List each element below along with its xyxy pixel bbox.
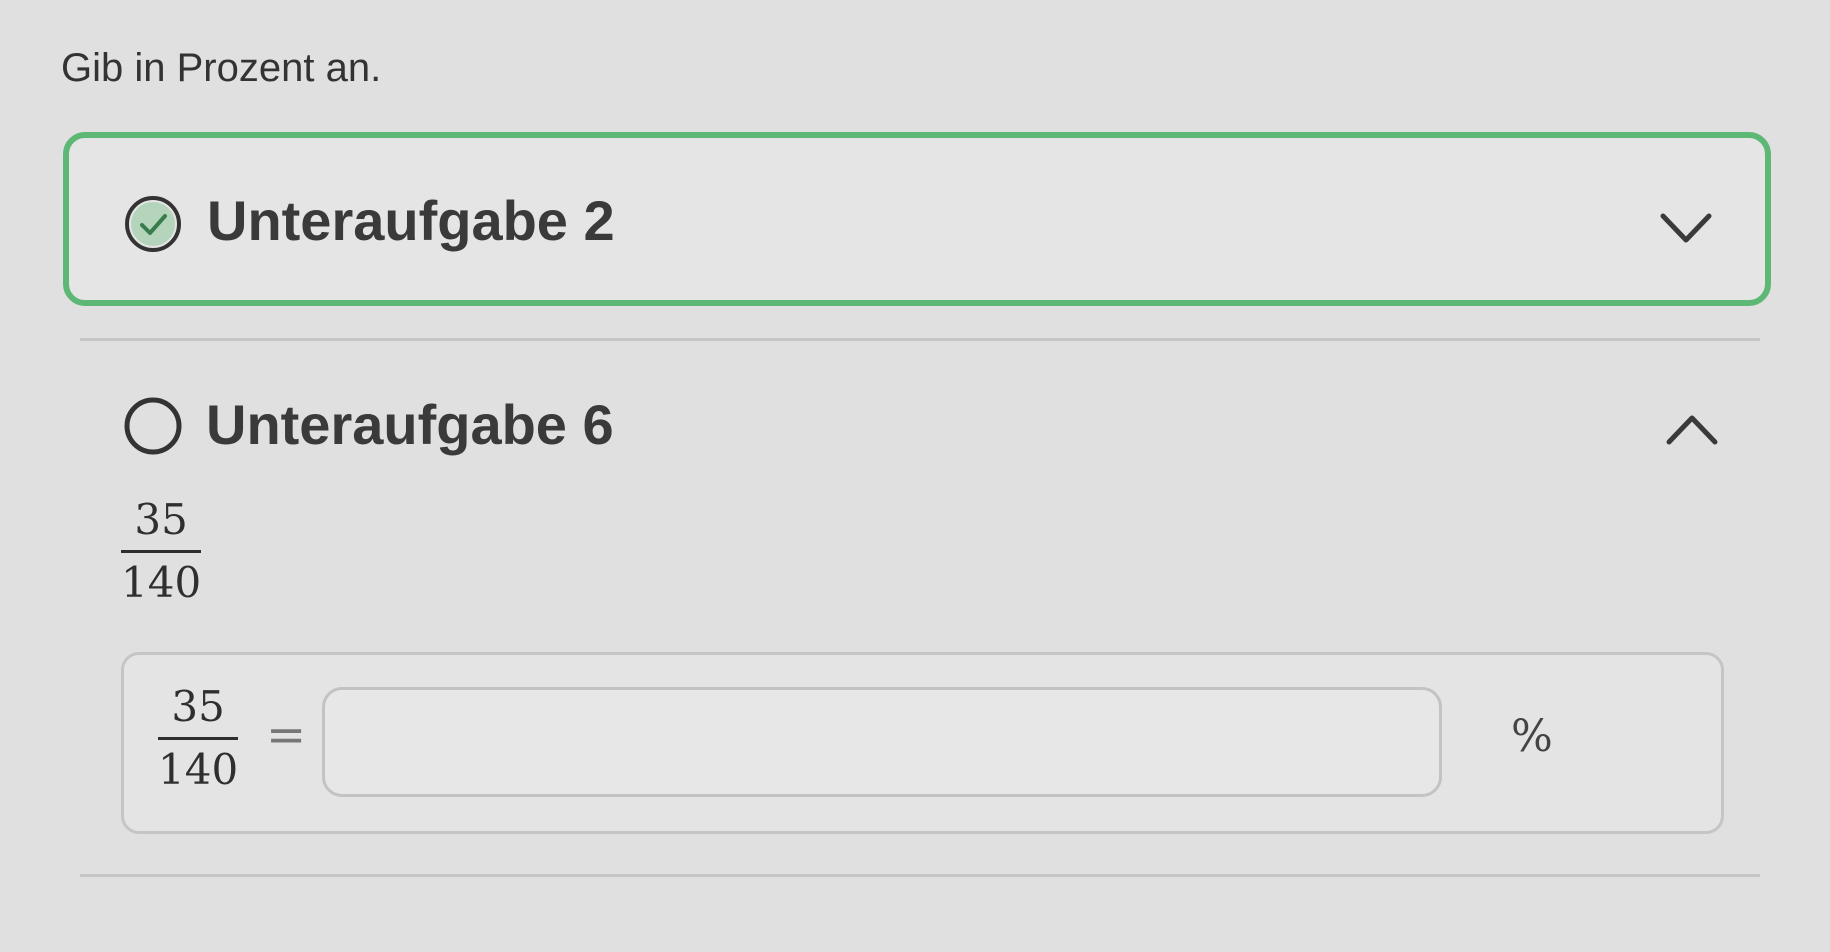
answer-container: 35 140 = %	[121, 652, 1724, 834]
empty-circle-icon	[124, 397, 182, 455]
chevron-up-icon[interactable]	[1665, 412, 1719, 448]
subtask-section-open: Unteraufgabe 6 35 140 35 140 = %	[63, 370, 1771, 870]
percent-answer-input[interactable]	[322, 687, 1442, 797]
percent-unit: %	[1511, 711, 1553, 762]
chevron-down-icon[interactable]	[1659, 210, 1713, 246]
equals-sign: =	[266, 707, 307, 763]
subtask-title: Unteraufgabe 6	[206, 393, 614, 456]
check-circle-icon	[125, 196, 181, 252]
fraction-denominator: 140	[121, 558, 202, 607]
fraction-numerator: 35	[134, 495, 188, 544]
section-divider	[80, 338, 1760, 341]
fraction-numerator: 35	[171, 682, 225, 731]
subtask-card-completed[interactable]: Unteraufgabe 2	[63, 132, 1771, 306]
equation-fraction: 35 140	[158, 681, 239, 796]
fraction-display: 35 140	[121, 494, 202, 609]
section-divider	[80, 874, 1760, 877]
fraction-bar	[121, 550, 202, 553]
instruction-text: Gib in Prozent an.	[61, 46, 382, 90]
fraction-denominator: 140	[158, 745, 239, 794]
subtask-title: Unteraufgabe 2	[207, 189, 615, 252]
fraction-bar	[158, 737, 239, 740]
